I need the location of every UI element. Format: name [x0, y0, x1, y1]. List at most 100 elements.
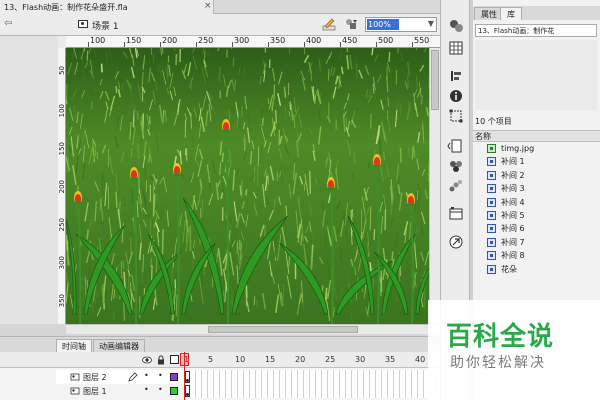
layer-row[interactable]: 图层 2 • •: [56, 370, 440, 384]
pencil-icon: [128, 372, 138, 382]
library-panel-icon[interactable]: [447, 206, 465, 222]
vertical-ruler: 50 100 150 200 250 300 350: [58, 48, 66, 324]
layer-frames[interactable]: [184, 384, 440, 398]
horizontal-ruler: 100 150 200 250 300 350 400 450 500 550: [66, 36, 440, 48]
lock-icon[interactable]: [157, 355, 165, 365]
align-icon[interactable]: [447, 68, 465, 84]
tab-timeline[interactable]: 时间轴: [56, 339, 92, 352]
layer-frames[interactable]: [184, 370, 440, 384]
library-item-name: 补间 8: [501, 251, 525, 261]
keyframe-dot: [186, 393, 189, 396]
keyframe[interactable]: [185, 371, 190, 383]
grass-blade: [417, 183, 420, 202]
scrollbar-thumb[interactable]: [208, 326, 358, 333]
ruler-tick: [232, 42, 233, 47]
layer-lock-dot[interactable]: •: [158, 371, 163, 380]
library-item-name: 补间 6: [501, 224, 525, 234]
layer-name[interactable]: 图层 2: [83, 372, 107, 383]
grass-blade: [382, 151, 386, 160]
timeline-tab-bar: 时间轴 动画编辑器: [0, 336, 440, 352]
eye-icon[interactable]: [142, 355, 152, 365]
layer-visible-dot[interactable]: •: [144, 371, 149, 380]
library-document-select[interactable]: 13、Flash动画：制作花: [475, 24, 597, 37]
info-icon[interactable]: [447, 88, 465, 104]
grass-blade: [112, 310, 115, 320]
grass-blade: [258, 68, 260, 83]
ruler-tick: [88, 42, 89, 47]
layer-color-swatch[interactable]: [170, 373, 178, 381]
horizontal-scrollbar[interactable]: [66, 324, 440, 334]
components-icon[interactable]: [447, 158, 465, 174]
ruler-label: 50: [58, 66, 66, 75]
layer-visible-dot[interactable]: •: [144, 385, 149, 394]
close-icon[interactable]: ×: [204, 1, 212, 11]
library-item-name: 补间 7: [501, 237, 525, 247]
library-item-name: 补间 4: [501, 197, 525, 207]
ruler-label: 200: [162, 36, 178, 45]
outline-icon[interactable]: [170, 355, 179, 364]
layer-color-swatch[interactable]: [170, 387, 178, 395]
grass-blade: [399, 147, 402, 163]
edit-scene-icon[interactable]: [322, 17, 336, 31]
zoom-value: 100%: [367, 19, 399, 30]
layer-lock-dot[interactable]: •: [158, 385, 163, 394]
ruler-label: 250: [198, 36, 214, 45]
layer-cell[interactable]: 图层 1 • •: [56, 384, 184, 398]
motion-presets-icon[interactable]: [447, 178, 465, 194]
chevron-down-icon[interactable]: ▼: [428, 19, 434, 28]
grass-blade: [159, 279, 162, 293]
scrollbar-thumb[interactable]: [431, 50, 439, 110]
symbol-icon: [487, 224, 496, 234]
frame-number: 35: [385, 355, 396, 364]
keyframe[interactable]: [185, 385, 190, 397]
grass-blade: [140, 115, 143, 126]
transform-icon[interactable]: [447, 108, 465, 124]
strings-icon[interactable]: [447, 234, 465, 250]
ruler-label: 200: [58, 180, 66, 194]
tab-library[interactable]: 库: [500, 7, 522, 20]
vertical-scrollbar[interactable]: [429, 48, 440, 324]
grass-blade: [88, 256, 91, 285]
document-tab-title: 13、Flash动画：制作花朵盛开.fla: [4, 3, 128, 12]
grass-blade: [100, 63, 103, 73]
layer-name[interactable]: 图层 1: [83, 386, 107, 397]
ruler-label: 400: [306, 36, 322, 45]
code-snippets-icon[interactable]: [447, 138, 465, 154]
ruler-label: 550: [414, 36, 430, 45]
grass-blade: [388, 51, 391, 62]
ruler-label: 300: [234, 36, 250, 45]
symbol-icon: [487, 197, 496, 207]
grass-blade: [239, 185, 242, 196]
frame-number: 30: [355, 355, 366, 364]
grass-blade: [273, 84, 276, 101]
library-item-name: timg.jpg: [501, 144, 535, 153]
scene-bar: ⇦ 场景 1 100% ▼: [0, 14, 440, 36]
library-tab-bar: 属性 库: [473, 6, 600, 20]
ruler-label: 150: [58, 142, 66, 156]
library-column-name[interactable]: 名称: [473, 130, 600, 142]
ruler-tick: [412, 42, 413, 47]
color-swatches-icon[interactable]: [447, 18, 465, 34]
grass-blade: [264, 48, 267, 53]
edit-symbol-icon[interactable]: [344, 17, 358, 31]
tab-motion-editor[interactable]: 动画编辑器: [93, 339, 145, 352]
library-item-name: 补间 2: [501, 170, 525, 180]
document-tab[interactable]: 13、Flash动画：制作花朵盛开.fla: [0, 0, 214, 14]
symbol-icon: [487, 264, 496, 274]
grass-blade: [174, 287, 177, 298]
back-arrow-icon[interactable]: ⇦: [4, 18, 12, 29]
grass-blade: [252, 87, 255, 104]
watermark-subtitle: 助你轻松解决: [450, 355, 546, 371]
stage[interactable]: [66, 48, 429, 324]
layer-cell[interactable]: 图层 2 • •: [56, 370, 184, 384]
grass-blade: [380, 275, 383, 297]
grass-blade: [73, 105, 76, 119]
playhead-line: [184, 352, 185, 400]
grid-icon[interactable]: [447, 40, 465, 56]
layer-row[interactable]: 图层 1 • •: [56, 384, 440, 398]
grass-scene-image: [66, 48, 429, 324]
grass-blade: [86, 50, 89, 61]
grass-blade: [373, 229, 376, 240]
zoom-input[interactable]: 100% ▼: [365, 17, 437, 32]
ruler-label: 500: [378, 36, 394, 45]
